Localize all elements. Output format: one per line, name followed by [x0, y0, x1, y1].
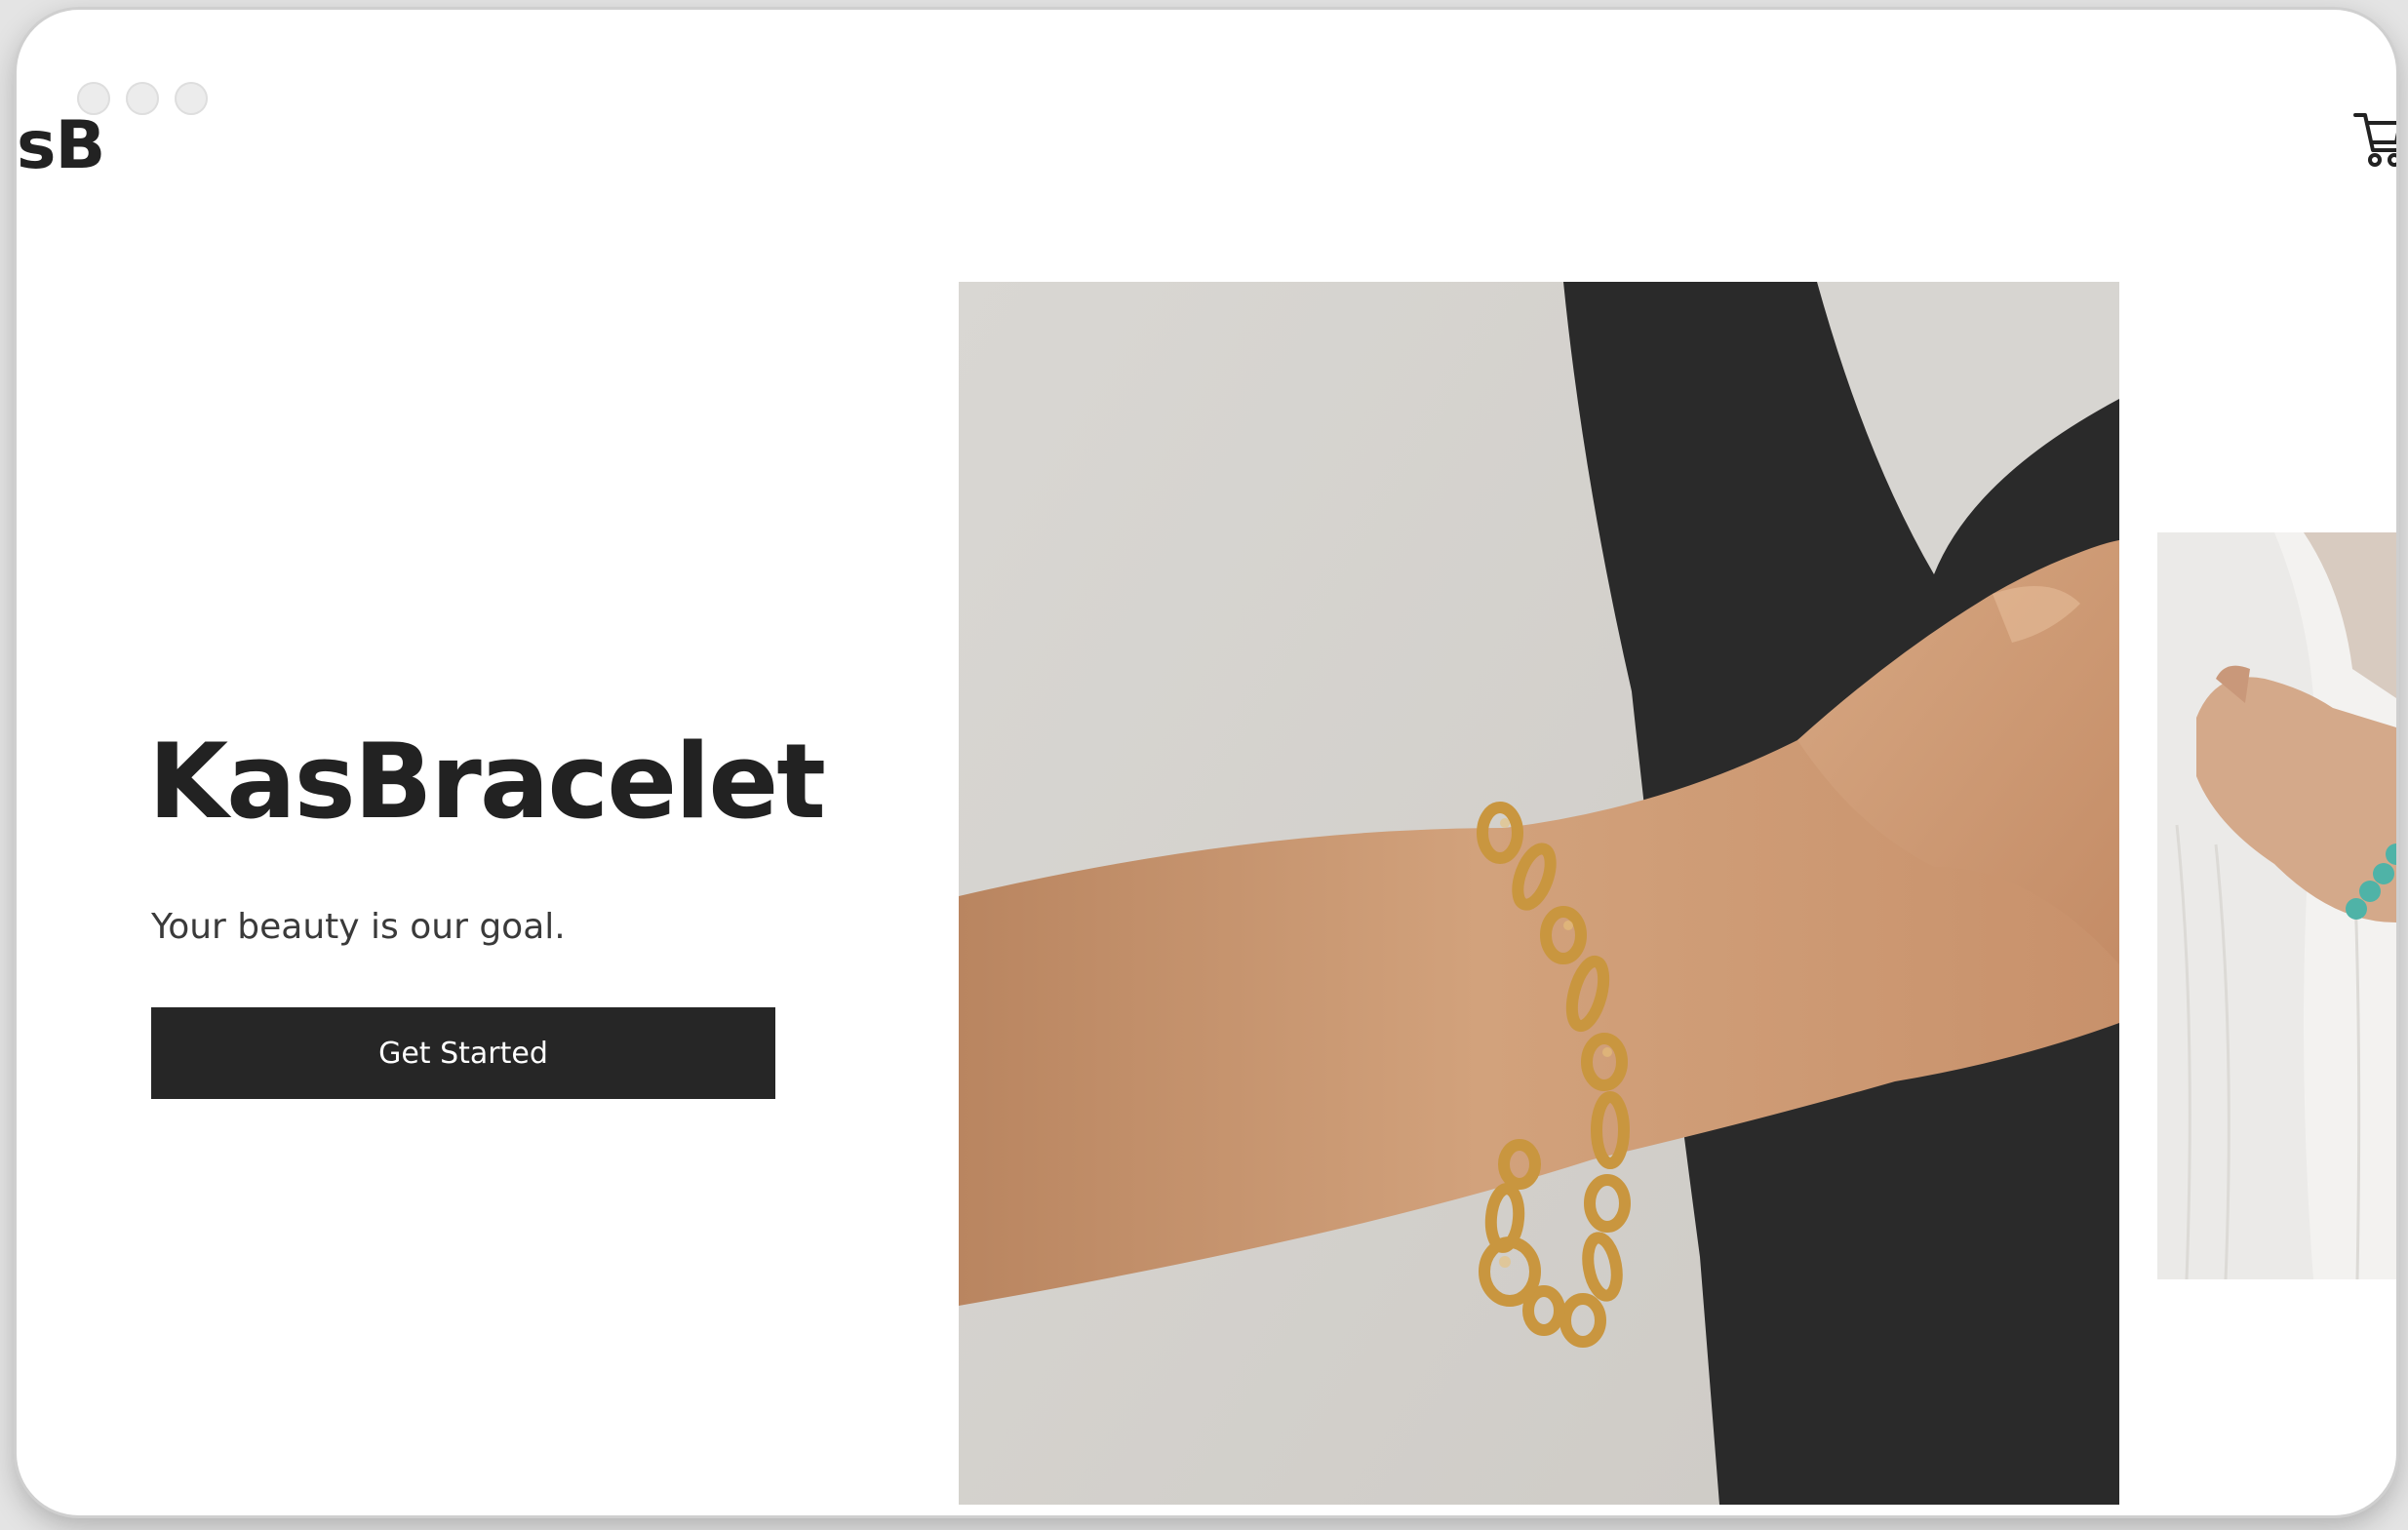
shopping-cart-icon[interactable]: [2353, 105, 2396, 174]
hero-title: KasBracelet: [148, 722, 826, 842]
side-image-turquoise-bracelet: [2157, 532, 2396, 1279]
gold-bracelet-photo: [959, 282, 2119, 1505]
hero-image-gold-bracelet: [959, 282, 2119, 1505]
screen: sB KasBracelet Your beauty is our goal. …: [0, 0, 2408, 1530]
hero-tagline: Your beauty is our goal.: [151, 907, 566, 947]
minimize-window-button[interactable]: [126, 82, 159, 115]
cart-icon-graphic: [2353, 113, 2396, 167]
browser-window: sB KasBracelet Your beauty is our goal. …: [17, 10, 2396, 1515]
site-logo[interactable]: sB: [17, 107, 105, 184]
turquoise-bracelet-photo: [2157, 532, 2396, 1279]
get-started-button[interactable]: Get Started: [151, 1007, 775, 1099]
maximize-window-button[interactable]: [175, 82, 208, 115]
